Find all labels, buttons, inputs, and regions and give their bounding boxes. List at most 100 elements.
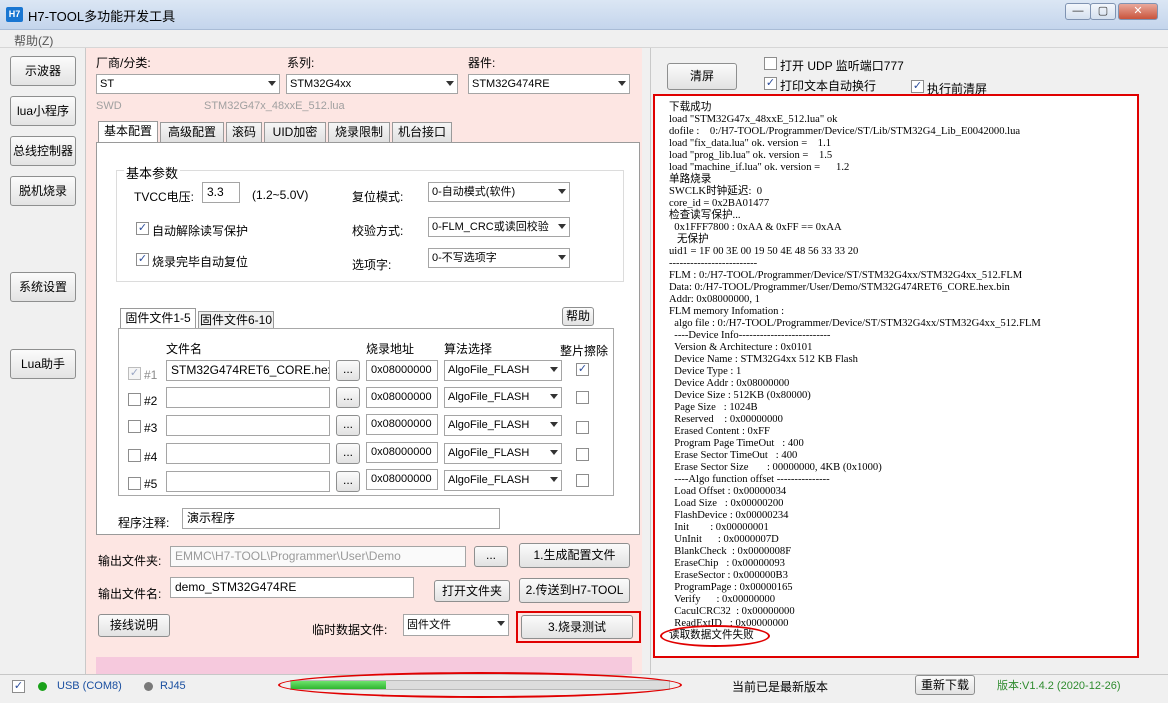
- full-erase-checkbox[interactable]: [576, 421, 589, 434]
- reset-mode-select[interactable]: 0-自动模式(软件): [428, 182, 570, 202]
- chevron-down-icon: [550, 450, 558, 455]
- output-filename-label: 输出文件名:: [98, 587, 162, 601]
- reset-mode-label: 复位模式:: [352, 190, 404, 204]
- firmware-file-input[interactable]: [166, 415, 330, 436]
- firmware-row-checkbox[interactable]: [128, 449, 141, 462]
- full-erase-checkbox[interactable]: [576, 448, 589, 461]
- firmware-algorithm-select[interactable]: AlgoFile_FLASH: [444, 470, 562, 491]
- output-filename-input[interactable]: demo_STM32G474RE: [170, 577, 414, 598]
- firmware-algorithm-value: AlgoFile_FLASH: [448, 419, 530, 431]
- browse-file-button[interactable]: ...: [336, 471, 360, 492]
- device-label: 器件:: [468, 56, 496, 70]
- menu-help[interactable]: 帮助(Z): [14, 32, 53, 49]
- nav-bus-controller-button[interactable]: 总线控制器: [10, 136, 76, 166]
- auto-wrap-checkbox[interactable]: ✓: [764, 77, 777, 90]
- tab-advanced-config[interactable]: 高级配置: [160, 122, 224, 142]
- full-erase-checkbox[interactable]: [576, 474, 589, 487]
- firmware-algorithm-select[interactable]: AlgoFile_FLASH: [444, 360, 562, 381]
- pre-clear-checkbox[interactable]: ✓: [911, 80, 924, 93]
- browse-file-button[interactable]: ...: [336, 387, 360, 408]
- rj45-status-label: RJ45: [160, 680, 186, 692]
- clear-screen-button[interactable]: 清屏: [667, 63, 737, 90]
- firmware-file-input[interactable]: [166, 443, 330, 464]
- verify-mode-value: 0-FLM_CRC或读回校验: [432, 221, 549, 233]
- error-highlight: [660, 625, 770, 647]
- auto-reset-checkbox[interactable]: ✓: [136, 253, 149, 266]
- firmware-algorithm-select[interactable]: AlgoFile_FLASH: [444, 443, 562, 464]
- firmware-algorithm-select[interactable]: AlgoFile_FLASH: [444, 387, 562, 408]
- chevron-down-icon: [550, 367, 558, 372]
- verify-mode-select[interactable]: 0-FLM_CRC或读回校验: [428, 217, 570, 237]
- generate-config-button[interactable]: 1.生成配置文件: [519, 543, 630, 568]
- menu-bar: 帮助(Z): [0, 30, 1168, 48]
- temp-data-file-select[interactable]: 固件文件: [403, 614, 509, 636]
- firmware-help-button[interactable]: 帮助: [562, 307, 594, 326]
- firmware-address-input[interactable]: 0x08000000: [366, 442, 438, 463]
- series-select-value: STM32G4xx: [290, 78, 352, 90]
- unlock-label: 自动解除读写保护: [152, 224, 249, 238]
- auto-reset-label: 烧录完毕自动复位: [152, 255, 249, 269]
- auto-wrap-label: 打印文本自动换行: [780, 79, 877, 93]
- vendor-select[interactable]: ST: [96, 74, 280, 94]
- minimize-button[interactable]: —: [1065, 3, 1091, 20]
- tvcc-range: (1.2~5.0V): [252, 188, 309, 202]
- log-text: 下载成功 load "STM32G47x_48xxE_512.lua" ok d…: [669, 102, 1041, 641]
- firmware-row-checkbox[interactable]: [128, 393, 141, 406]
- tab-basic-config[interactable]: 基本配置: [98, 121, 158, 143]
- browse-folder-button[interactable]: ...: [474, 546, 508, 567]
- firmware-algorithm-select[interactable]: AlgoFile_FLASH: [444, 415, 562, 436]
- firmware-row-checkbox[interactable]: [128, 420, 141, 433]
- firmware-address-input[interactable]: 0x08000000: [366, 414, 438, 435]
- comment-input[interactable]: 演示程序: [182, 508, 500, 529]
- comment-label: 程序注释:: [118, 516, 170, 530]
- browse-file-button[interactable]: ...: [336, 443, 360, 464]
- nav-lua-assistant-button[interactable]: Lua助手: [10, 349, 76, 379]
- full-erase-checkbox[interactable]: [576, 391, 589, 404]
- device-select[interactable]: STM32G474RE: [468, 74, 630, 94]
- firmware-address-input[interactable]: 0x08000000: [366, 469, 438, 490]
- unlock-checkbox[interactable]: ✓: [136, 222, 149, 235]
- firmware-file-input[interactable]: [166, 387, 330, 408]
- wiring-instructions-button[interactable]: 接线说明: [98, 614, 170, 637]
- browse-file-button[interactable]: ...: [336, 360, 360, 381]
- lua-file-text: STM32G47x_48xxE_512.lua: [204, 100, 345, 112]
- nav-offline-programming-button[interactable]: 脱机烧录: [10, 176, 76, 206]
- chevron-down-icon: [618, 81, 626, 86]
- log-output[interactable]: 下载成功 load "STM32G47x_48xxE_512.lua" ok d…: [653, 94, 1139, 658]
- open-folder-button[interactable]: 打开文件夹: [434, 580, 510, 602]
- verify-mode-label: 校验方式:: [352, 224, 404, 238]
- nav-system-settings-button[interactable]: 系统设置: [10, 272, 76, 302]
- tab-uid-encrypt[interactable]: UID加密: [264, 122, 326, 142]
- firmware-address-input[interactable]: 0x08000000: [366, 387, 438, 408]
- firmware-address-input[interactable]: 0x08000000: [366, 360, 438, 381]
- tab-firmware-1-5[interactable]: 固件文件1-5: [120, 308, 196, 328]
- reset-mode-value: 0-自动模式(软件): [432, 186, 516, 198]
- firmware-file-input[interactable]: [166, 471, 330, 492]
- tab-firmware-6-10[interactable]: 固件文件6-10: [198, 311, 274, 329]
- browse-file-button[interactable]: ...: [336, 415, 360, 436]
- output-folder-label: 输出文件夹:: [98, 554, 162, 568]
- tab-rolling-code[interactable]: 滚码: [226, 122, 262, 142]
- tab-machine-interface[interactable]: 机台接口: [392, 122, 452, 142]
- udp-listen-checkbox[interactable]: [764, 57, 777, 70]
- chevron-down-icon: [558, 224, 566, 229]
- series-select[interactable]: STM32G4xx: [286, 74, 458, 94]
- option-byte-select[interactable]: 0-不写选项字: [428, 248, 570, 268]
- status-checkbox[interactable]: ✓: [12, 680, 25, 693]
- nav-oscilloscope-button[interactable]: 示波器: [10, 56, 76, 86]
- tvcc-input[interactable]: 3.3: [202, 182, 240, 203]
- firmware-row-checkbox[interactable]: [128, 477, 141, 490]
- program-test-button[interactable]: 3.烧录测试: [521, 615, 633, 639]
- send-to-h7tool-button[interactable]: 2.传送到H7-TOOL: [519, 578, 630, 603]
- tab-program-limit[interactable]: 烧录限制: [328, 122, 390, 142]
- tvcc-label: TVCC电压:: [134, 190, 195, 204]
- full-erase-checkbox[interactable]: ✓: [576, 363, 589, 376]
- nav-lua-program-button[interactable]: lua小程序: [10, 96, 76, 126]
- close-button[interactable]: ✕: [1118, 3, 1158, 20]
- output-folder-input[interactable]: EMMC\H7-TOOL\Programmer\User\Demo: [170, 546, 466, 567]
- firmware-file-input[interactable]: STM32G474RET6_CORE.hex: [166, 360, 330, 381]
- redownload-button[interactable]: 重新下载: [915, 675, 975, 695]
- maximize-button[interactable]: ▢: [1090, 3, 1116, 20]
- firmware-algorithm-value: AlgoFile_FLASH: [448, 364, 530, 376]
- version-text: 版本:V1.4.2 (2020-12-26): [997, 680, 1121, 692]
